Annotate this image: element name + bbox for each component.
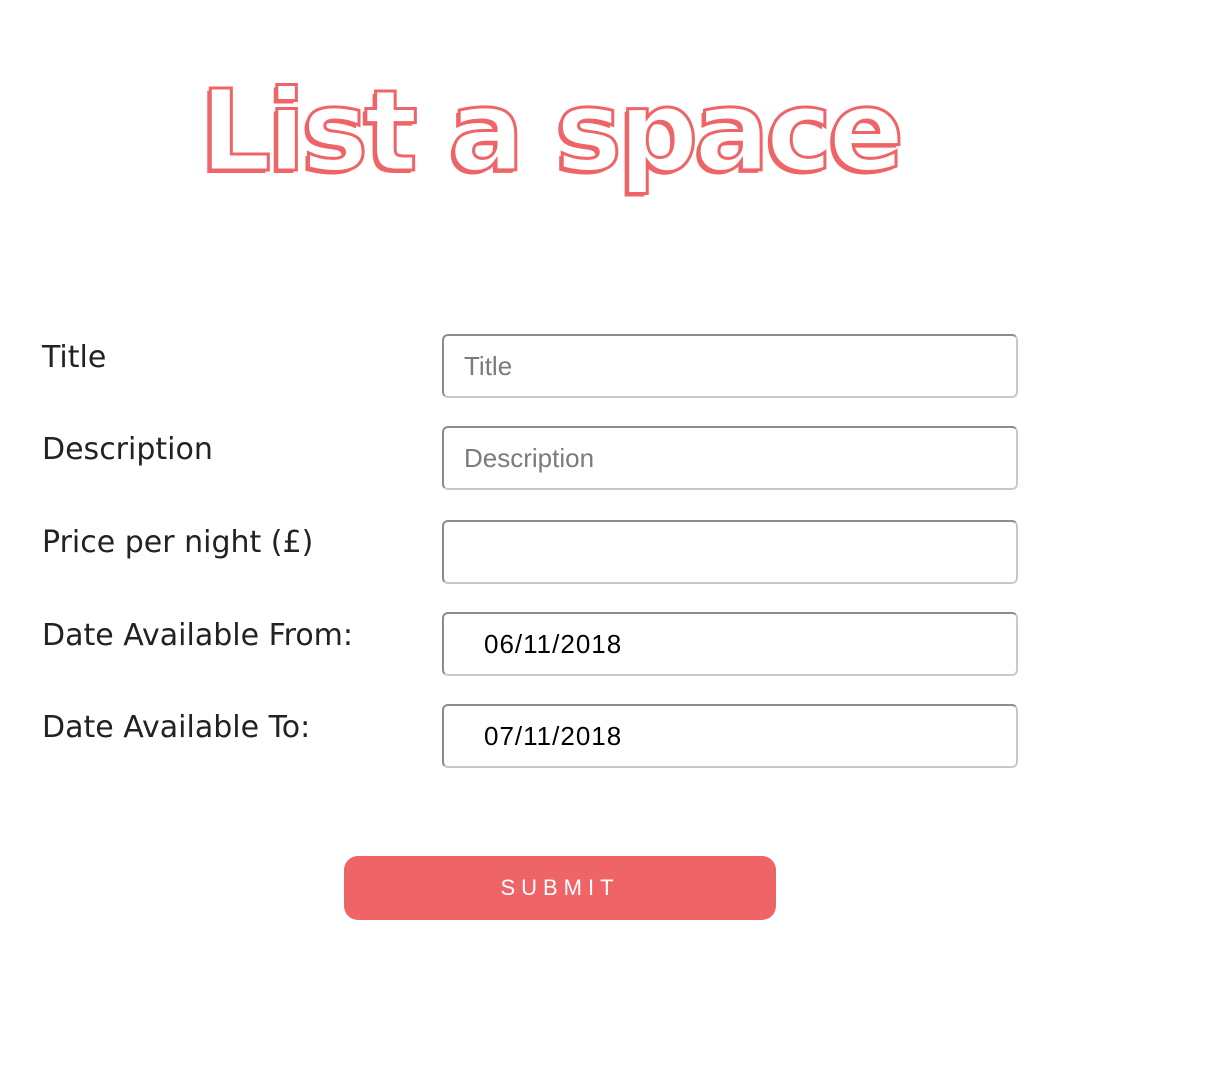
price-per-night-input[interactable] (442, 520, 1018, 584)
title-input[interactable] (442, 334, 1018, 398)
submit-button[interactable]: SUBMIT (344, 856, 776, 920)
price-per-night-label: Price per night (£) (42, 525, 314, 560)
list-space-page: List a space Title Description Price per… (0, 0, 1220, 1082)
date-available-to-input[interactable] (442, 704, 1018, 768)
description-label: Description (42, 432, 213, 467)
date-available-from-label: Date Available From: (42, 618, 354, 653)
description-input[interactable] (442, 426, 1018, 490)
page-title: List a space (198, 67, 905, 197)
title-label: Title (42, 340, 107, 375)
date-available-to-label: Date Available To: (42, 710, 311, 745)
date-available-from-input[interactable] (442, 612, 1018, 676)
